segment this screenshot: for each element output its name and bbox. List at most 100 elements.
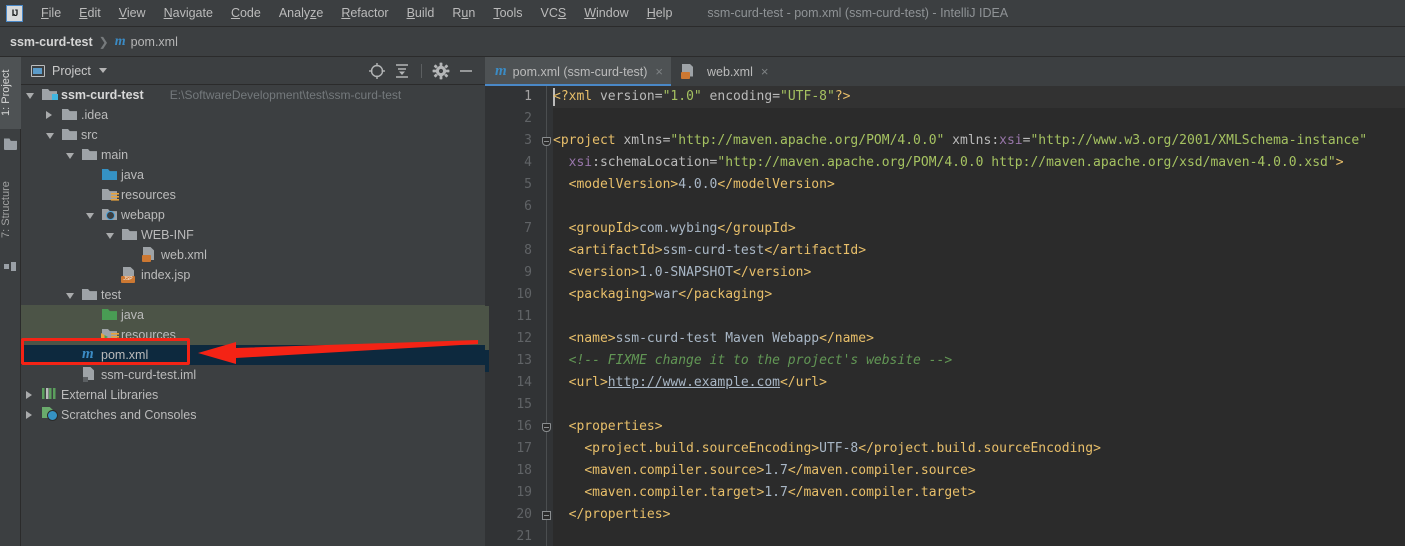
code-line[interactable]: <maven.compiler.source>1.7</maven.compil…: [553, 460, 975, 482]
tree-node-java[interactable]: java: [21, 165, 485, 185]
code-fold-toggle[interactable]: [542, 423, 551, 432]
collapse-all-icon[interactable]: [391, 60, 413, 82]
tree-node-label: java: [121, 308, 144, 322]
code-line[interactable]: <?xml version="1.0" encoding="UTF-8"?>: [553, 86, 850, 108]
menu-item-help[interactable]: Help: [638, 3, 682, 23]
menu-item-analyze[interactable]: Analyze: [270, 3, 332, 23]
xml-file-icon: [681, 64, 695, 79]
tree-node-webapp[interactable]: webapp: [21, 205, 485, 225]
project-tree[interactable]: ssm-curd-test E:\SoftwareDevelopment\test…: [21, 85, 485, 546]
menu-item-navigate[interactable]: Navigate: [155, 3, 222, 23]
close-icon[interactable]: ×: [761, 65, 769, 78]
menu-item-edit[interactable]: Edit: [70, 3, 110, 23]
code-line[interactable]: <project xmlns="http://maven.apache.org/…: [553, 130, 1367, 152]
editor-gutter[interactable]: 1 2 3 4 5 6 7 8 9 10 11 12 13 14 15 16 17 18 19 20 21: [485, 86, 540, 546]
project-panel-header: Project: [21, 57, 485, 85]
code-token-tg: </properties>: [568, 507, 671, 522]
tree-node-index-jsp[interactable]: index.jsp: [21, 265, 485, 285]
tree-node-test[interactable]: test: [21, 285, 485, 305]
editor-tab-web-xml[interactable]: web.xml ×: [671, 57, 776, 86]
code-line[interactable]: <!-- FIXME change it to the project's we…: [553, 350, 953, 372]
code-line[interactable]: <project.build.sourceEncoding>UTF-8</pro…: [553, 438, 1101, 460]
tree-node-web-xml[interactable]: web.xml: [21, 245, 485, 265]
tree-node-src[interactable]: src: [21, 125, 485, 145]
code-line[interactable]: </properties>: [553, 504, 671, 526]
code-token-tg: <maven.compiler.target>: [584, 485, 765, 500]
code-token-tg: </groupId>: [717, 221, 796, 236]
chevron-right-icon[interactable]: [26, 411, 32, 419]
chevron-down-icon[interactable]: [98, 68, 107, 73]
tree-node-pom-xml[interactable]: m pom.xml: [21, 345, 485, 365]
code-token-ns: xsi: [568, 155, 593, 170]
code-token-tg: <version>: [568, 265, 640, 280]
code-line[interactable]: <artifactId>ssm-curd-test</artifactId>: [553, 240, 866, 262]
code-line[interactable]: <name>ssm-curd-test Maven Webapp</name>: [553, 328, 874, 350]
chevron-down-icon[interactable]: [66, 293, 74, 299]
code-token-cm: <!-- FIXME change it to the project's we…: [568, 353, 953, 368]
editor-tab-pom-xml[interactable]: m pom.xml (ssm-curd-test) ×: [485, 57, 671, 86]
tree-node-main[interactable]: main: [21, 145, 485, 165]
menu-item-file[interactable]: File: [32, 3, 70, 23]
folder-icon: [62, 107, 77, 120]
code-token-tg: >: [1335, 155, 1344, 170]
code-fold-toggle[interactable]: [542, 511, 551, 520]
code-line[interactable]: <url>http://www.example.com</url>: [553, 372, 827, 394]
chevron-down-icon[interactable]: [106, 233, 114, 239]
editor-fold-column[interactable]: [540, 86, 553, 546]
code-token-lnk: http://www.example.com: [607, 375, 780, 390]
menu-item-build[interactable]: Build: [398, 3, 444, 23]
chevron-down-icon[interactable]: [86, 213, 94, 219]
gear-icon[interactable]: [430, 60, 452, 82]
chevron-right-icon[interactable]: [26, 391, 32, 399]
menu-bar: IJ File Edit View Navigate Code Analyze Refact…: [0, 0, 1405, 27]
tree-node-ssm-curd-test[interactable]: ssm-curd-test E:\SoftwareDevelopment\test…: [21, 85, 485, 105]
tree-node-resources[interactable]: resources: [21, 185, 485, 205]
tree-node-web-inf[interactable]: WEB-INF: [21, 225, 485, 245]
code-line[interactable]: <properties>: [553, 416, 663, 438]
menu-item-view[interactable]: View: [110, 3, 155, 23]
code-token-tg: <project: [553, 133, 616, 148]
line-number: 8: [524, 243, 532, 258]
code-line[interactable]: <modelVersion>4.0.0</modelVersion>: [553, 174, 835, 196]
code-token-st: "http://www.w3.org/2001/XMLSchema-instan…: [1030, 133, 1368, 148]
code-token-tg: </artifactId>: [764, 243, 867, 258]
project-tool-window: Project ssm-curd-test E:\SoftwareDevelop…: [21, 57, 485, 546]
breadcrumb-file[interactable]: pom.xml: [131, 35, 178, 49]
code-line[interactable]: <groupId>com.wybing</groupId>: [553, 218, 796, 240]
breadcrumb-project[interactable]: ssm-curd-test: [0, 35, 93, 49]
tool-button-structure[interactable]: 7: Structure: [0, 167, 21, 253]
menu-item-vcs[interactable]: VCS: [532, 3, 576, 23]
source-code[interactable]: <?xml version="1.0" encoding="UTF-8"?> <p…: [553, 86, 1405, 546]
tree-node-ssm-curd-test-iml[interactable]: ssm-curd-test.iml: [21, 365, 485, 385]
tree-node--idea[interactable]: .idea: [21, 105, 485, 125]
code-fold-toggle[interactable]: [542, 137, 551, 146]
minimize-icon[interactable]: [455, 60, 477, 82]
crosshair-icon[interactable]: [366, 60, 388, 82]
editor-code-area[interactable]: 1 2 3 4 5 6 7 8 9 10 11 12 13 14 15 16 17 18 19 20 21 <?xml …: [485, 86, 1405, 546]
menu-item-code[interactable]: Code: [222, 3, 270, 23]
tree-node-scratches-and-consoles[interactable]: Scratches and Consoles: [21, 405, 485, 425]
tree-node-java[interactable]: java: [21, 305, 485, 325]
tree-node-external-libraries[interactable]: External Libraries: [21, 385, 485, 405]
code-token-tg: <maven.compiler.source>: [584, 463, 765, 478]
tool-button-project[interactable]: 1: Project: [0, 57, 21, 129]
menu-item-tools[interactable]: Tools: [484, 3, 531, 23]
menu-item-window[interactable]: Window: [575, 3, 637, 23]
code-line[interactable]: xsi:schemaLocation="http://maven.apache.…: [553, 152, 1344, 174]
left-tool-window-bar: 1: Project 7: Structure: [0, 57, 21, 546]
menu-item-run[interactable]: Run: [443, 3, 484, 23]
close-icon[interactable]: ×: [655, 65, 663, 78]
line-number: 20: [516, 507, 532, 522]
chevron-right-icon[interactable]: [46, 111, 52, 119]
code-line[interactable]: <packaging>war</packaging>: [553, 284, 773, 306]
code-line[interactable]: <maven.compiler.target>1.7</maven.compil…: [553, 482, 975, 504]
chevron-down-icon[interactable]: [26, 93, 34, 99]
line-number: 10: [516, 287, 532, 302]
menu-item-refactor[interactable]: Refactor: [332, 3, 397, 23]
code-line[interactable]: <version>1.0-SNAPSHOT</version>: [553, 262, 812, 284]
library-icon: [42, 387, 57, 400]
code-token-ns: xsi: [999, 133, 1023, 148]
tree-node-resources[interactable]: resources: [21, 325, 485, 345]
chevron-down-icon[interactable]: [46, 133, 54, 139]
chevron-down-icon[interactable]: [66, 153, 74, 159]
